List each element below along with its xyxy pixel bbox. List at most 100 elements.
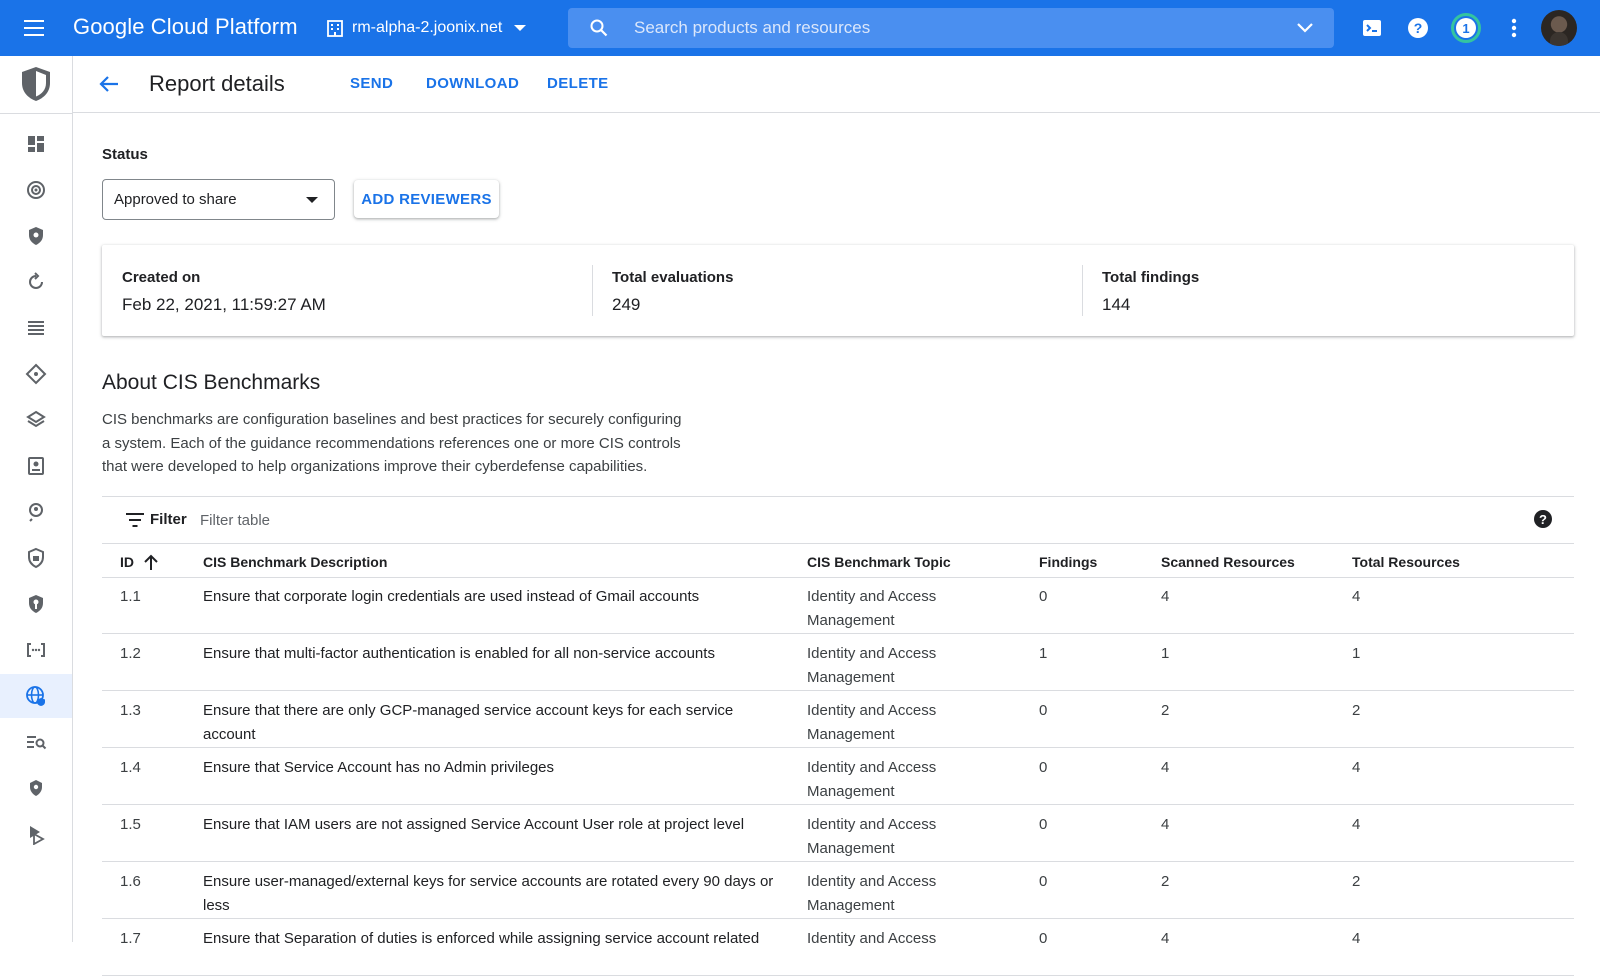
product-name[interactable]: Google Cloud Platform — [73, 14, 298, 40]
globe-shield-icon — [26, 686, 45, 706]
delete-button[interactable]: DELETE — [547, 75, 609, 92]
column-header-description[interactable]: CIS Benchmark Description — [203, 554, 387, 570]
shield-icon — [29, 227, 43, 245]
cell-id: 1.5 — [120, 816, 141, 833]
rail-item-shield-lock[interactable] — [0, 536, 72, 580]
cell-description-line: Ensure that Service Account has no Admin… — [203, 759, 555, 776]
cell-findings: 0 — [1039, 816, 1048, 833]
rail-item-brackets[interactable] — [0, 628, 72, 672]
rail-item-list-search[interactable] — [0, 720, 72, 764]
stat-total-findings: Total findings 144 — [1082, 245, 1572, 336]
table-filter-bar: Filter ? — [102, 496, 1574, 544]
table-row[interactable]: 1.1 Ensure that corporate login credentia… — [102, 578, 1574, 634]
stat-value: Feb 22, 2021, 11:59:27 AM — [122, 295, 326, 314]
cloud-shell-icon[interactable] — [1360, 16, 1384, 40]
expand-search-icon[interactable] — [1296, 20, 1314, 36]
rail-item-list[interactable] — [0, 306, 72, 350]
rail-item-shield-small[interactable] — [0, 766, 72, 810]
search-bar[interactable] — [568, 8, 1334, 48]
shield-small-icon — [30, 780, 42, 796]
rail-item-shield-key[interactable] — [0, 582, 72, 626]
cell-topic-line: Management — [807, 611, 895, 629]
column-header-total-resources[interactable]: Total Resources — [1352, 554, 1460, 570]
notifications-button[interactable]: 1 — [1451, 13, 1481, 43]
layers-icon — [26, 410, 46, 428]
table-row[interactable]: 1.2 Ensure that multi-factor authenticati… — [102, 635, 1574, 691]
table-row[interactable]: 1.5 Ensure that IAM users are not assigne… — [102, 806, 1574, 862]
back-arrow-icon[interactable] — [97, 72, 121, 96]
security-command-center-logo[interactable] — [20, 66, 52, 102]
cell-description-line: Ensure user-managed/external keys for se… — [203, 873, 774, 890]
cell-topic: Identity and Access Management — [807, 756, 936, 803]
rail-item-globe-shield[interactable] — [0, 674, 72, 718]
about-description: CIS benchmarks are configuration baselin… — [102, 408, 702, 479]
cell-total-resources: 2 — [1352, 873, 1361, 890]
stat-label: Total evaluations — [612, 269, 734, 286]
main-menu-icon[interactable] — [22, 16, 46, 40]
rail-item-badge[interactable] — [0, 444, 72, 488]
column-header-id[interactable]: ID — [120, 554, 158, 570]
rail-item-dashboard[interactable] — [0, 122, 72, 166]
add-reviewers-button[interactable]: ADD REVIEWERS — [354, 180, 499, 218]
rail-item-diamond[interactable] — [0, 352, 72, 396]
cell-topic-line: Management — [807, 668, 895, 686]
cell-topic-line: Identity and Access — [807, 702, 937, 719]
cell-topic: Identity and Access Management — [807, 585, 936, 632]
cell-id: 1.3 — [120, 702, 141, 719]
shield-lock-icon — [28, 547, 44, 569]
account-avatar[interactable] — [1541, 10, 1577, 46]
cell-topic: Identity and Access Management — [807, 699, 936, 746]
stat-label: Total findings — [1102, 269, 1200, 286]
cell-topic-line: Management — [807, 896, 895, 914]
rail-item-layers[interactable] — [0, 398, 72, 442]
cell-total-resources: 2 — [1352, 702, 1361, 719]
cell-findings: 0 — [1039, 588, 1048, 605]
status-select[interactable]: Approved to share — [102, 179, 335, 220]
refresh-icon — [29, 272, 43, 289]
filter-table-input[interactable] — [200, 505, 600, 535]
project-selector[interactable]: rm-alpha-2.joonix.net — [326, 10, 527, 46]
rail-item-shield[interactable] — [0, 214, 72, 258]
table-row[interactable]: 1.3 Ensure that there are only GCP-manage… — [102, 692, 1574, 748]
cell-topic: Identity and Access Management — [807, 813, 936, 860]
cell-id: 1.1 — [120, 588, 141, 605]
help-icon[interactable]: ? — [1406, 16, 1430, 40]
download-button[interactable]: DOWNLOAD — [426, 75, 519, 92]
table-row[interactable]: 1.6 Ensure user-managed/external keys for… — [102, 863, 1574, 919]
table-header: ID CIS Benchmark Description CIS Benchma… — [102, 544, 1574, 578]
section-title: About CIS Benchmarks — [102, 371, 321, 394]
column-header-findings[interactable]: Findings — [1039, 554, 1097, 570]
column-header-scanned-resources[interactable]: Scanned Resources — [1161, 554, 1295, 570]
rail-divider — [0, 113, 72, 114]
stat-value: 144 — [1102, 295, 1131, 314]
column-help-icon[interactable]: ? — [1534, 510, 1552, 528]
rail-item-target[interactable] — [0, 168, 72, 212]
top-app-bar: Google Cloud Platform rm-alpha-2.joonix.… — [0, 0, 1600, 56]
column-header-label: ID — [120, 554, 134, 570]
cell-total-resources: 4 — [1352, 816, 1361, 833]
about-line: a system. Each of the guidance recommend… — [102, 434, 681, 452]
rail-item-flag[interactable] — [0, 812, 72, 856]
search-input[interactable] — [634, 8, 1274, 48]
cell-topic: Identity and Access Management — [807, 870, 936, 917]
table-row[interactable]: 1.7 Ensure that Separation of duties is e… — [102, 920, 1574, 976]
cell-description: Ensure that IAM users are not assigned S… — [203, 813, 783, 837]
list-search-icon — [27, 736, 47, 750]
column-header-topic[interactable]: CIS Benchmark Topic — [807, 554, 951, 570]
cell-id: 1.2 — [120, 645, 141, 662]
send-button[interactable]: SEND — [350, 75, 393, 92]
cell-topic-line: Management — [807, 782, 895, 800]
cell-topic-line: Identity and Access — [807, 873, 937, 890]
rail-item-refresh[interactable] — [0, 260, 72, 304]
about-line: CIS benchmarks are configuration baselin… — [102, 411, 682, 428]
organization-icon — [327, 20, 343, 37]
more-vert-icon[interactable] — [1502, 16, 1526, 40]
table-row[interactable]: 1.4 Ensure that Service Account has no Ad… — [102, 749, 1574, 805]
cell-description-line: Ensure that IAM users are not assigned S… — [203, 816, 745, 833]
status-select-value: Approved to share — [114, 191, 237, 208]
flag-icon — [30, 826, 45, 845]
rail-item-search-person[interactable] — [0, 490, 72, 534]
sort-ascending-icon[interactable] — [144, 554, 158, 570]
cell-total-resources: 4 — [1352, 588, 1361, 605]
cell-total-resources: 4 — [1352, 930, 1361, 947]
